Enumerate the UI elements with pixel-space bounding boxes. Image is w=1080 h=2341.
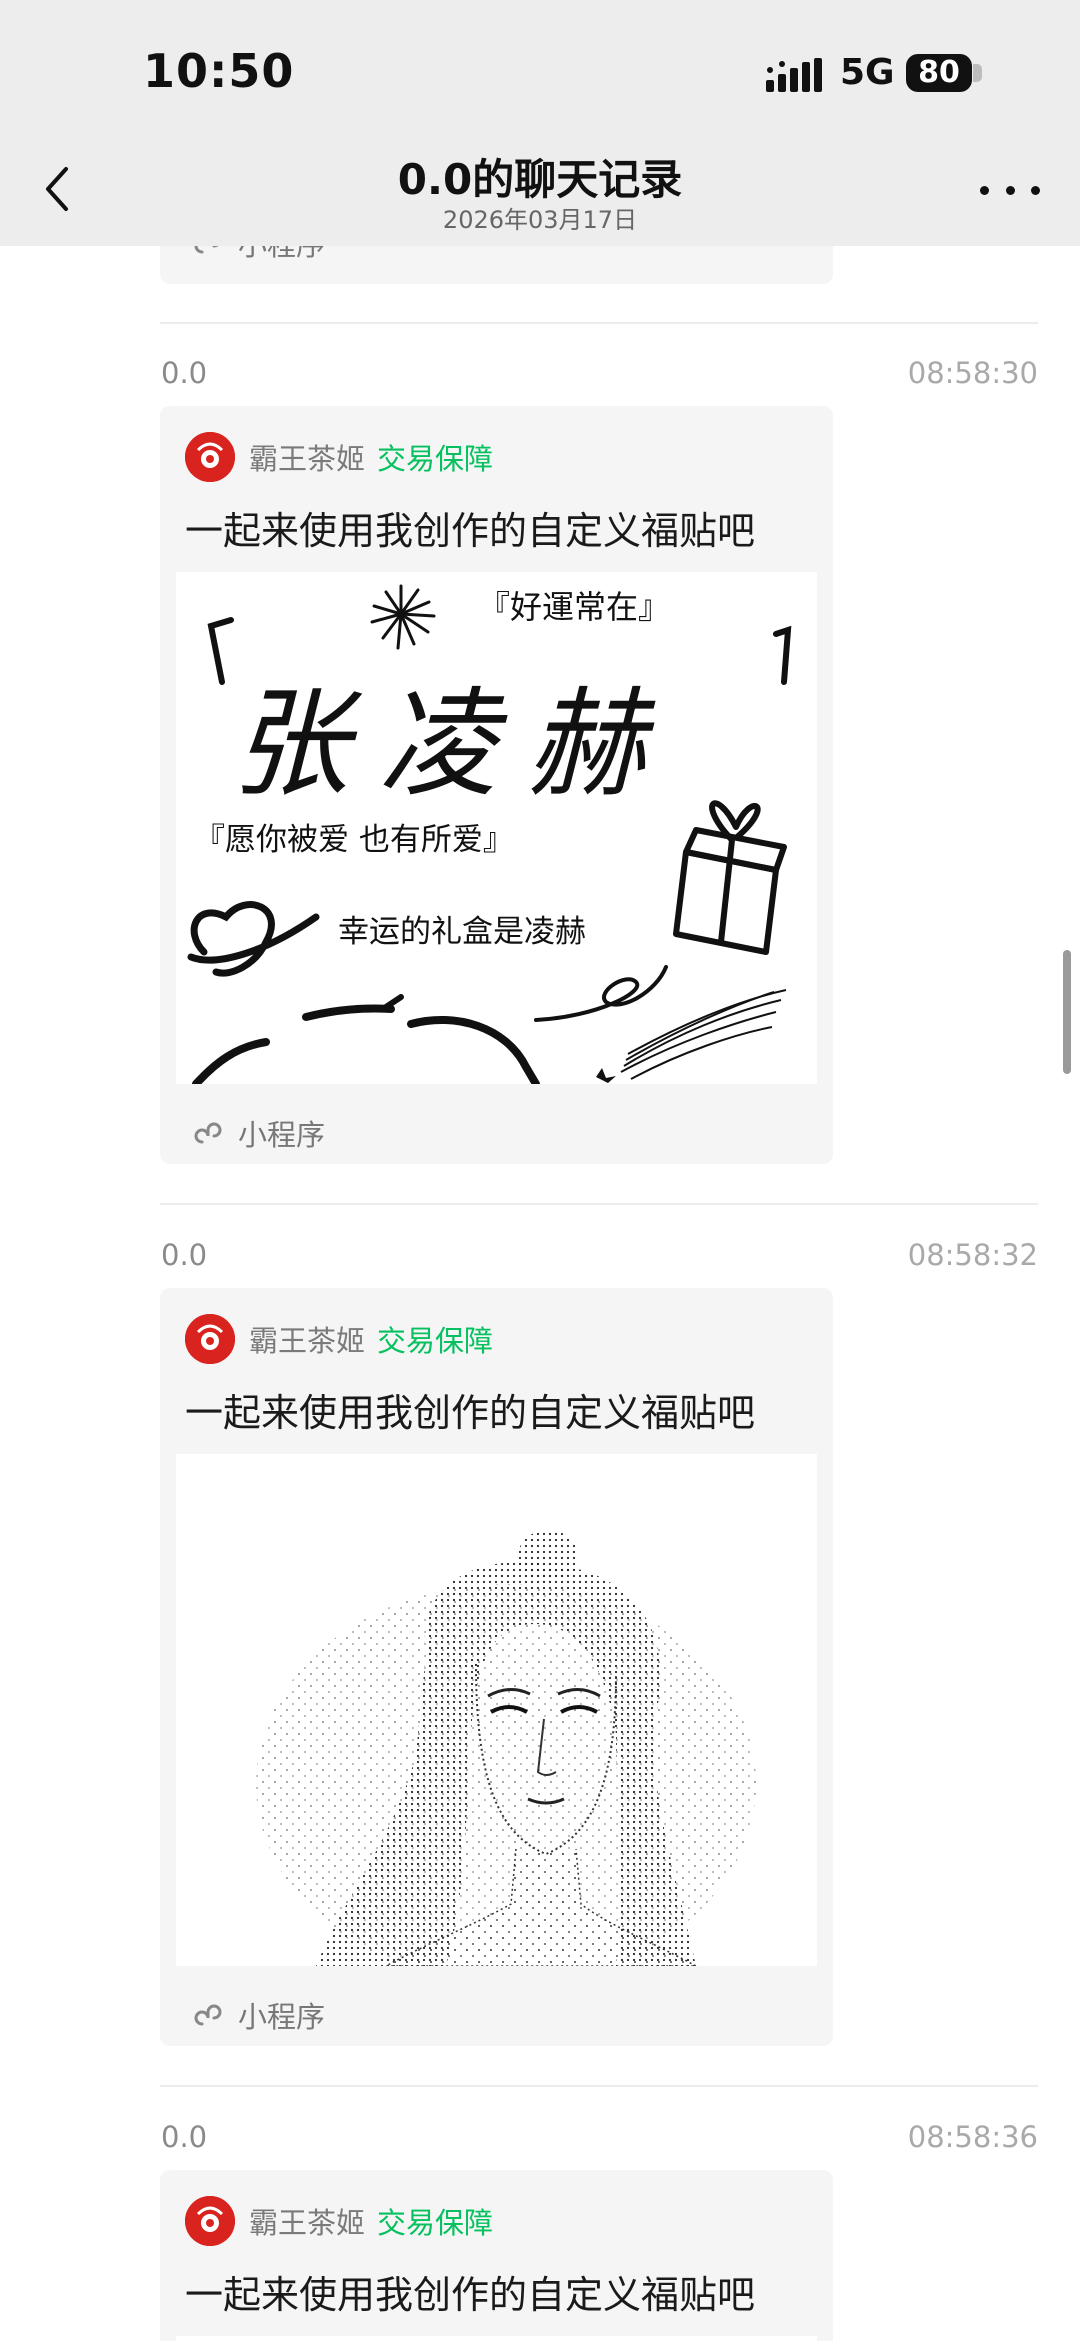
trade-guarantee-badge: 交易保障 — [377, 1324, 494, 1358]
more-dot-icon — [980, 185, 989, 195]
mini-program-footer: 小程序 — [190, 1112, 325, 1154]
battery-cap — [973, 64, 982, 82]
status-time: 10:50 — [143, 44, 295, 98]
message-time: 08:58:36 — [907, 2120, 1038, 2154]
poster-name: 张凌赫 — [231, 675, 676, 813]
firework-icon — [370, 584, 436, 650]
card-title: 一起来使用我创作的自定义福贴吧 — [185, 2273, 756, 2317]
fu-poster-image: 『好運常在』 张凌赫 『愿你被爱 也有所爱』 幸运的礼盒是凌赫 — [176, 572, 817, 1084]
card-source: 霸王茶姬 交易保障 — [185, 431, 493, 483]
scrollbar[interactable] — [1063, 950, 1071, 1074]
trade-guarantee-badge: 交易保障 — [377, 2206, 494, 2240]
message-sender: 0.0 — [161, 2120, 208, 2154]
bawang-chaji-logo-icon — [185, 432, 235, 482]
mini-program-icon — [194, 2004, 222, 2026]
message-sender: 0.0 — [161, 356, 208, 390]
bawang-chaji-logo-icon — [185, 2196, 235, 2246]
card-source: 霸王茶姬 交易保障 — [185, 1313, 493, 1365]
mini-program-card[interactable]: 霸王茶姬 交易保障 一起来使用我创作的自定义福贴吧 — [160, 2170, 833, 2341]
gift-box-icon — [673, 800, 787, 955]
battery-indicator: 80 — [906, 54, 972, 92]
card-source: 霸王茶姬 交易保障 — [185, 2195, 493, 2247]
page-title: 0.0的聊天记录 — [397, 155, 683, 204]
more-options-button[interactable] — [980, 170, 1040, 210]
message-divider — [160, 2085, 1038, 2087]
poster-blessing-top: 『好運常在』 — [478, 588, 671, 626]
more-dot-icon — [1005, 185, 1015, 195]
message-time: 08:58:30 — [907, 356, 1038, 390]
cellular-signal-icon — [766, 58, 822, 92]
card-image-preview — [176, 2336, 817, 2341]
card-title: 一起来使用我创作的自定义福贴吧 — [185, 1391, 756, 1435]
app-name: 霸王茶姬 — [249, 1324, 366, 1358]
message-time: 08:58:32 — [907, 1238, 1038, 1272]
chat-record-list[interactable]: 小程序 0.0 08:58:30 霸王茶姬 交易保障 一起来使用我创 — [0, 0, 1080, 2341]
poster-gift-line: 幸运的礼盒是凌赫 — [338, 914, 586, 950]
trade-guarantee-badge: 交易保障 — [377, 442, 494, 476]
portrait-sketch-image — [176, 1454, 817, 1966]
poster-wish: 『愿你被爱 也有所爱』 — [194, 822, 514, 858]
portrait-sketch — [256, 1530, 756, 1966]
chat-history-page: 小程序 0.0 08:58:30 霸王茶姬 交易保障 一起来使用我创 — [0, 0, 1080, 2341]
mini-program-card[interactable]: 霸王茶姬 交易保障 一起来使用我创作的自定义福贴吧 — [160, 1288, 833, 2046]
mini-program-footer: 小程序 — [190, 1994, 325, 2036]
message-sender: 0.0 — [161, 1238, 208, 1272]
app-name: 霸王茶姬 — [249, 2206, 366, 2240]
top-bar: 10:50 5G 80 0.0的聊天记录 2026年03月17日 — [0, 0, 1080, 246]
message-divider — [160, 1203, 1038, 1205]
mini-program-label: 小程序 — [238, 2000, 326, 2034]
message-divider — [160, 322, 1038, 324]
page-subtitle-date: 2026年03月17日 — [442, 206, 638, 234]
bawang-chaji-logo-icon — [185, 1314, 235, 1364]
mini-program-card[interactable]: 霸王茶姬 交易保障 一起来使用我创作的自定义福贴吧 — [160, 406, 833, 1164]
mini-program-label: 小程序 — [238, 1118, 326, 1152]
mini-program-icon — [194, 1122, 222, 1144]
network-type: 5G — [840, 52, 895, 93]
more-dot-icon — [1031, 185, 1040, 195]
app-name: 霸王茶姬 — [249, 442, 366, 476]
card-title: 一起来使用我创作的自定义福贴吧 — [185, 509, 756, 553]
